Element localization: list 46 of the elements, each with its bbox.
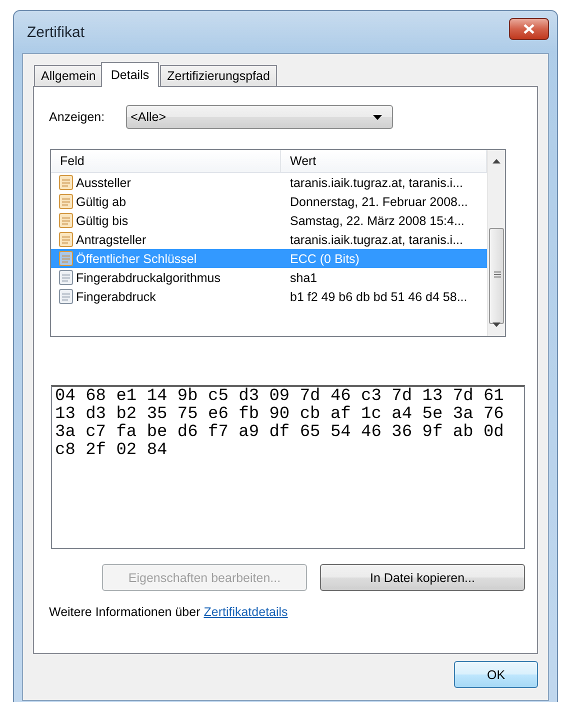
- field-list[interactable]: [50, 149, 506, 337]
- list-row[interactable]: Gültig ab Donnerstag, 21. Februar 2008...: [51, 192, 487, 211]
- value-text-area[interactable]: 04 68 e1 14 9b c5 d3 09 7d 46 c3 7d 13 7d 61 13 d3 b2 35 75 e6 fb 90 cb af 1c a4 5e 3a 76 3a c7 fa be d6 f7 a9 df 65 54 46 36 9f ab 0d c8 2f 02 84: [51, 385, 525, 549]
- field-value: b1 f2 49 b6 db bd 51 46 d4 58...: [289, 290, 468, 304]
- dropdown-arrow-icon: [372, 114, 382, 120]
- info-text: Weitere Informationen über: [49, 605, 200, 619]
- field-name: Öffentlicher Schlüssel: [76, 252, 197, 266]
- field-name: Antragsteller: [76, 232, 146, 246]
- tab[interactable]: Zertifizierungspfad: [160, 65, 277, 86]
- filter-label: Anzeigen:: [49, 110, 105, 124]
- scroll-up-icon[interactable]: [492, 158, 501, 164]
- field-value: sha1: [289, 270, 318, 284]
- field-name: Fingerabdruck: [76, 290, 156, 304]
- field-value: taranis.iaik.tugraz.at, taranis.i...: [289, 176, 464, 190]
- field-value: ECC (0 Bits): [289, 252, 360, 266]
- field-value: Samstag, 22. März 2008 15:4...: [289, 214, 466, 228]
- field-value: Donnerstag, 21. Februar 2008...: [289, 194, 469, 208]
- tab[interactable]: Allgemein: [34, 65, 103, 86]
- scrollbar-thumb[interactable]: [489, 228, 504, 324]
- scroll-down-icon[interactable]: [492, 322, 501, 328]
- ok-button[interactable]: OK: [454, 661, 538, 688]
- list-row[interactable]: Gültig bis Samstag, 22. März 2008 15:4...: [51, 211, 487, 230]
- certificate-field-icon: [58, 231, 74, 248]
- field-name: Aussteller: [76, 176, 131, 190]
- close-icon: [523, 24, 535, 34]
- copy-to-file-button[interactable]: In Datei kopieren...: [320, 564, 525, 591]
- list-row[interactable]: Fingerabdruckalgorithmus sha1: [51, 268, 487, 287]
- certificate-field-icon: [58, 212, 74, 229]
- details-link[interactable]: Zertifikatdetails: [204, 605, 288, 619]
- certificate-field-icon: [58, 174, 74, 191]
- close-button[interactable]: [509, 18, 549, 40]
- window-title: Zertifikat: [26, 24, 85, 40]
- tab[interactable]: Details: [100, 62, 160, 87]
- filter-dropdown[interactable]: <Alle>: [126, 105, 393, 129]
- field-name: Gültig ab: [76, 194, 126, 208]
- list-row[interactable]: Antragsteller taranis.iaik.tugraz.at, taranis.i...: [51, 230, 487, 249]
- list-row[interactable]: Aussteller taranis.iaik.tugraz.at, taranis.i...: [51, 173, 487, 192]
- column-header[interactable]: Feld: [51, 150, 281, 172]
- field-name: Gültig bis: [76, 214, 128, 228]
- list-row[interactable]: Fingerabdruck b1 f2 49 b6 db bd 51 46 d4 58...: [51, 287, 487, 306]
- certificate-field-icon: [58, 250, 74, 267]
- certificate-field-icon: [58, 269, 74, 286]
- field-value: taranis.iaik.tugraz.at, taranis.i...: [289, 232, 464, 246]
- certificate-field-icon: [58, 193, 74, 210]
- field-name: Fingerabdruckalgorithmus: [76, 270, 221, 284]
- certificate-field-icon: [58, 288, 74, 305]
